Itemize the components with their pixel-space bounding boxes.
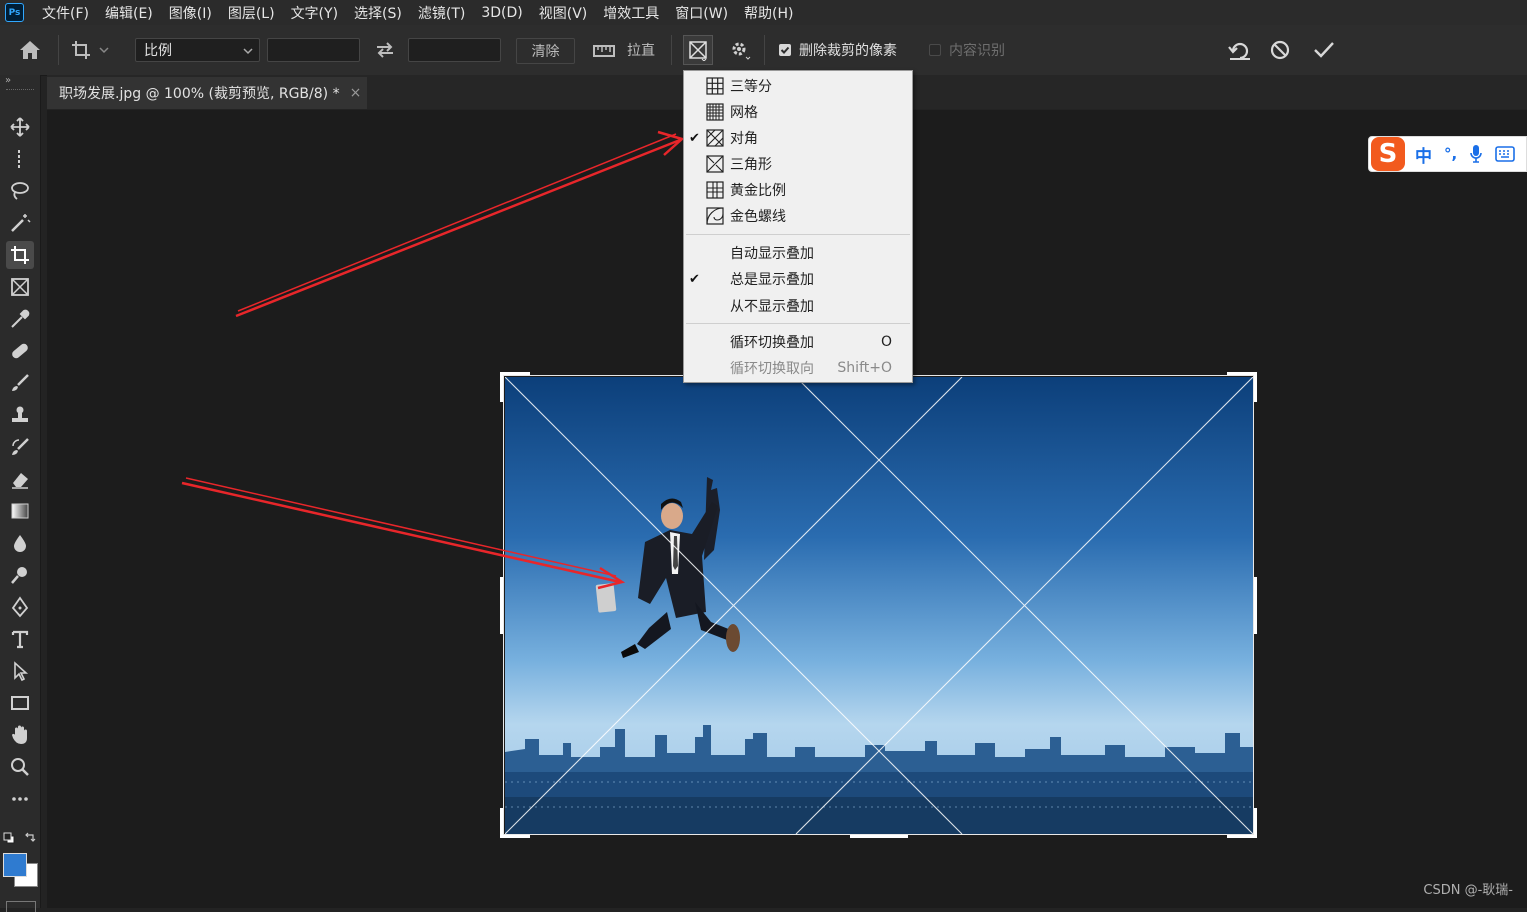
- ime-punctuation-label[interactable]: °,: [1444, 145, 1457, 163]
- menu-label: 黄金比例: [730, 183, 786, 199]
- menu-item-diagonal[interactable]: ✔ 对角: [684, 126, 914, 150]
- menu-label: 三等分: [730, 79, 772, 95]
- menu-separator: [686, 323, 910, 324]
- overlay-options-menu: 三等分 网格 ✔ 对角 三角形 黄金比例 金色螺线 自动显示叠加 ✔ 总是显示叠…: [683, 70, 913, 383]
- menu-item-golden-ratio[interactable]: 黄金比例: [684, 178, 914, 202]
- microphone-icon[interactable]: [1469, 144, 1483, 164]
- golden-spiral-icon: [706, 207, 724, 225]
- ime-toolbar[interactable]: S 中 °,: [1368, 136, 1527, 172]
- menu-shortcut: O: [880, 334, 892, 350]
- check-mark-icon: ✔: [689, 271, 700, 287]
- menu-item-auto-show-overlay[interactable]: 自动显示叠加: [684, 241, 914, 265]
- menu-label: 三角形: [730, 157, 772, 173]
- golden-ratio-icon: [706, 181, 724, 199]
- menu-label: 从不显示叠加: [730, 299, 814, 315]
- keyboard-icon[interactable]: [1495, 146, 1516, 162]
- red-arrow-to-photo: [181, 481, 621, 584]
- grid-icon: [706, 103, 724, 121]
- menu-label: 对角: [730, 131, 758, 147]
- triangle-icon: [706, 155, 724, 173]
- check-mark-icon: ✔: [689, 130, 700, 146]
- menu-item-always-show-overlay[interactable]: ✔ 总是显示叠加: [684, 267, 914, 291]
- ime-mode-label[interactable]: 中: [1415, 142, 1432, 167]
- sogou-logo-icon: S: [1371, 137, 1405, 171]
- menu-label: 循环切换叠加: [730, 335, 814, 351]
- rule-of-thirds-icon: [706, 77, 724, 95]
- menu-shortcut: Shift+O: [837, 360, 892, 376]
- menu-item-cycle-orientation: 循环切换取向 Shift+O: [684, 356, 914, 380]
- menu-label: 循环切换取向: [730, 361, 814, 377]
- menu-label: 自动显示叠加: [730, 246, 814, 262]
- diagonal-icon: [706, 129, 724, 147]
- menu-item-grid[interactable]: 网格: [684, 100, 914, 124]
- menu-item-rule-of-thirds[interactable]: 三等分: [684, 74, 914, 98]
- menu-item-never-show-overlay[interactable]: 从不显示叠加: [684, 294, 914, 318]
- menu-item-golden-spiral[interactable]: 金色螺线: [684, 204, 914, 228]
- menu-separator: [686, 234, 910, 235]
- watermark: CSDN @-耿瑞-: [1423, 883, 1513, 898]
- menu-item-triangle[interactable]: 三角形: [684, 152, 914, 176]
- menu-item-cycle-overlay[interactable]: 循环切换叠加 O: [684, 330, 914, 354]
- menu-label: 金色螺线: [730, 209, 786, 225]
- menu-label: 网格: [730, 105, 758, 121]
- menu-label: 总是显示叠加: [730, 272, 814, 288]
- red-arrow-to-menu: [235, 138, 681, 318]
